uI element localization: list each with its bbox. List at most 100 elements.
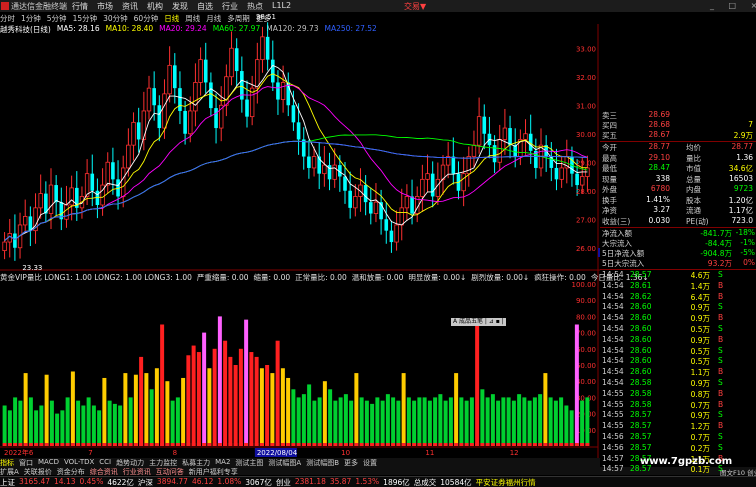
indicator-tab-3[interactable]: VOL-TDX	[64, 458, 94, 467]
indicator-tab-4[interactable]: CCI	[99, 458, 111, 467]
stat-value: 338	[655, 173, 670, 183]
indicator-bar-base	[170, 443, 175, 446]
indicator-tab-13[interactable]: 设置	[363, 458, 377, 467]
quote-row: 14:54 28.61 1.4万 B	[600, 281, 756, 291]
ext-tab-0[interactable]: 扩展A	[0, 467, 19, 476]
quote-row: 买五 28.67 2.9万	[600, 130, 756, 140]
candle-body	[307, 156, 311, 168]
price-tick: 28.00	[576, 188, 596, 196]
ext-tab-1[interactable]: 关联报价	[24, 467, 52, 476]
ext-tab-3[interactable]: 综合资讯	[90, 467, 118, 476]
stat-value: 28.77	[648, 142, 670, 151]
tick-time: 14:57	[602, 464, 624, 474]
candle-body	[471, 144, 477, 157]
status-item-5: 沪深	[137, 478, 153, 487]
flow-pct: -1%	[740, 238, 755, 247]
indicator-bar	[228, 356, 233, 446]
indicator-bar	[349, 400, 354, 446]
stat-label: 总量	[686, 174, 701, 184]
indicator-bar	[86, 397, 91, 446]
candle-body	[280, 82, 286, 100]
indicator-bar-base	[359, 443, 364, 446]
tick-volume: 0.7万	[690, 400, 710, 410]
tick-side: S	[718, 356, 723, 366]
indicator-bar	[296, 397, 301, 446]
input-method-popup[interactable]: A 成品五笔 | ⊿ ▪ |	[451, 318, 506, 326]
indicator-bar-base	[532, 443, 537, 446]
candle-body	[461, 173, 466, 192]
indicator-bar	[254, 356, 259, 446]
indicator-bar-base	[485, 443, 490, 446]
indicator-bar	[13, 397, 18, 446]
quote-row: 14:55 28.57 0.9万 S	[600, 410, 756, 420]
tick-price: 28.57	[630, 421, 652, 431]
indicator-bar-base	[123, 443, 128, 446]
tick-price: 28.57	[630, 432, 652, 441]
candle-body	[451, 156, 456, 174]
indicator-tab-9[interactable]: 测试主图	[235, 458, 263, 467]
indicator-tab-10[interactable]: 测试幅图A	[268, 458, 301, 467]
indicator-tab-2[interactable]: MACD	[38, 458, 59, 467]
indicator-tabs: 指标 窗口 MACD VOL-TDX CCI 趋势动力 主力监控 私募主力 MA2 测试主图 测试幅…	[0, 458, 600, 467]
indicator-bar-base	[97, 443, 102, 446]
indicator-label-4: 温和放量: 0.00	[351, 273, 404, 282]
candle-body	[54, 185, 58, 203]
indicator-tab-11[interactable]: 测试幅图B	[306, 458, 339, 467]
stat-label: PE(动)	[686, 216, 709, 226]
ext-tab-5[interactable]: 互动问答	[156, 467, 184, 476]
indicator-bar-base	[443, 443, 448, 446]
date-tick: 10	[341, 449, 350, 457]
indicator-tab-1[interactable]: 窗口	[19, 458, 33, 467]
candle-body	[209, 82, 213, 109]
indicator-label-0: 黄金VIP量比 LONG1: 1.00 LONG2: 1.00 LONG3: 1…	[0, 273, 192, 282]
indicator-bar-base	[60, 443, 65, 446]
tick-price: 28.60	[630, 367, 652, 377]
indicator-bar	[186, 355, 191, 446]
ext-tab-6[interactable]: 新用户福利专享	[189, 467, 238, 476]
indicator-bar-base	[406, 443, 411, 446]
indicator-bar-base	[165, 443, 170, 446]
quote-row: 收益(三) 0.030 PE(动) 723.0	[600, 216, 756, 226]
indicator-tab-8[interactable]: MA2	[215, 458, 230, 467]
candle-body	[234, 48, 239, 72]
indicator-bar-base	[490, 443, 495, 446]
tick-side: B	[718, 367, 724, 377]
indicator-tab-7[interactable]: 私募主力	[182, 458, 210, 467]
window-controls[interactable]: _ □ ×	[710, 1, 756, 10]
indicator-bar	[322, 381, 327, 446]
indicator-tab-12[interactable]: 更多	[344, 458, 358, 467]
indicator-bar	[149, 389, 154, 446]
indicator-bar	[475, 324, 480, 446]
tick-side: S	[718, 345, 723, 355]
indicator-tab-0[interactable]: 指标	[0, 458, 14, 467]
indicator-bar-base	[65, 443, 70, 446]
indicator-bar	[249, 352, 254, 446]
indicator-tick: 80.00	[576, 313, 596, 321]
indicator-bar	[44, 374, 49, 446]
candle-body	[188, 110, 193, 135]
ext-tab-4[interactable]: 行业资讯	[123, 467, 151, 476]
candle-body	[167, 64, 172, 95]
stat-label: 量比	[686, 153, 701, 163]
indicator-tab-6[interactable]: 主力监控	[149, 458, 177, 467]
indicator-bar	[359, 397, 364, 446]
kline-chart[interactable]: 33.00 32.00 31.00 30.00 29.00 28.00 27.00 26.00…	[0, 0, 600, 458]
candle-body	[141, 110, 147, 140]
indicator-label-6: 剧烈放量: 0.00↓	[471, 273, 530, 282]
indicator-bar-base	[49, 443, 54, 446]
tick-volume: 0.9万	[690, 379, 710, 388]
indicator-bar-base	[307, 443, 312, 446]
indicator-tab-5[interactable]: 趋势动力	[116, 458, 144, 467]
quote-row: 最低 28.47 市值 34.6亿	[600, 163, 756, 173]
candle-body	[23, 215, 28, 226]
indicator-bar	[538, 394, 543, 446]
indicator-bar-base	[118, 443, 123, 446]
indicator-bar-base	[291, 443, 296, 446]
indicator-bar-base	[548, 443, 553, 446]
indicator-bar-base	[259, 443, 264, 446]
candle-body	[435, 178, 441, 197]
tick-side: S	[718, 442, 723, 452]
indicator-bar	[286, 377, 291, 446]
indicator-bar-base	[364, 443, 369, 446]
ext-tab-2[interactable]: 资金分布	[57, 467, 85, 476]
